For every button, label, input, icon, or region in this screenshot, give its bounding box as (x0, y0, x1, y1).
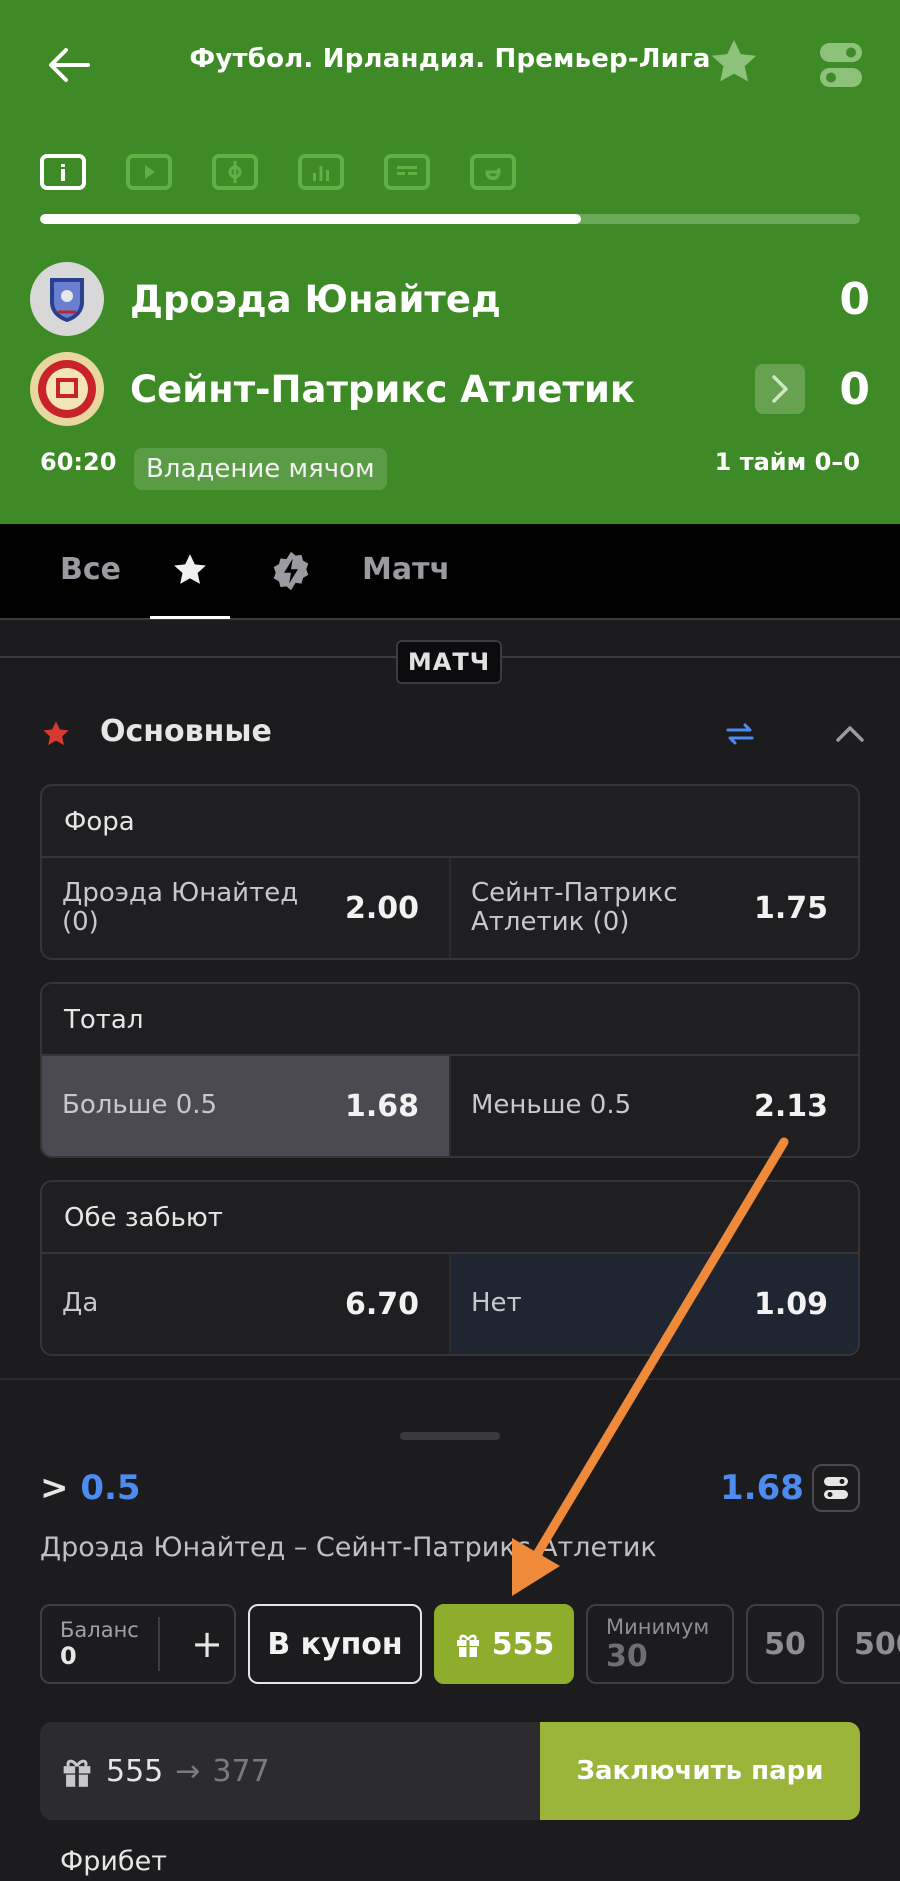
freebet-chip-amount: 555 (491, 1626, 555, 1662)
min-value: 30 (606, 1638, 648, 1674)
balance-divider (158, 1617, 161, 1671)
tab-all[interactable]: Все (60, 552, 121, 587)
away-team-logo (30, 352, 104, 426)
stake-preset-500[interactable]: 500 (836, 1604, 900, 1684)
odd-label: Больше 0.5 (62, 1090, 218, 1121)
match-clock: 60:20 (40, 448, 117, 476)
market-total: Тотал Больше 0.5 1.68 Меньше 0.5 2.13 (40, 982, 860, 1158)
market-handicap: Фора Дроэда Юнайтед (0) 2.00 Сейнт-Патрик… (40, 784, 860, 960)
stake-result: 377 (212, 1753, 270, 1789)
odd-value: 2.00 (344, 890, 419, 926)
possession-badge[interactable]: Владение мячом (134, 448, 387, 490)
info-tab-icon[interactable] (40, 154, 86, 190)
match-section-label: МАТЧ (396, 640, 502, 684)
stake-arrow: → (175, 1753, 201, 1789)
odd-label: Меньше 0.5 (471, 1090, 632, 1121)
market-title: Обе забьют (42, 1182, 858, 1254)
e-tab-icon[interactable] (470, 154, 516, 190)
lineup-tab-icon[interactable] (384, 154, 430, 190)
tab-favorites[interactable] (170, 550, 210, 598)
bet-match-name: Дроэда Юнайтед – Сейнт-Патрикс Атлетик (40, 1532, 657, 1563)
market-tabs: Все Матч (0, 524, 900, 620)
tab-live[interactable] (270, 550, 312, 600)
odd-over[interactable]: Больше 0.5 1.68 (42, 1056, 449, 1156)
star-icon (174, 554, 206, 584)
home-team-name: Дроэда Юнайтед (130, 277, 501, 321)
odd-label: Да (62, 1288, 99, 1319)
market-both-score: Обе забьют Да 6.70 Нет 1.09 (40, 1180, 860, 1356)
sheet-drag-handle[interactable] (400, 1432, 500, 1440)
active-tab-indicator (150, 616, 230, 619)
lightning-badge-icon (273, 551, 309, 591)
away-team-row: Сейнт-Патрикс Атлетик 0 (30, 352, 870, 426)
add-to-coupon-button[interactable]: В купон (248, 1604, 422, 1684)
odds-row: Да 6.70 Нет 1.09 (42, 1254, 858, 1354)
refresh-icon[interactable] (722, 716, 758, 752)
favorite-star-icon[interactable] (706, 34, 762, 90)
stake-presets: Баланс 0 + В купон 555 Минимум 30 50 500 (40, 1604, 900, 1684)
match-progress-bar (40, 214, 860, 224)
odd-label: Дроэда Юнайтед (0) (62, 877, 299, 937)
settings-toggle-icon[interactable] (818, 40, 864, 90)
collapse-chevron-icon[interactable] (832, 718, 868, 748)
odd-yes[interactable]: Да 6.70 (42, 1254, 449, 1354)
odd-value: 2.13 (753, 1088, 828, 1124)
balance-label: Баланс (60, 1618, 139, 1642)
bet-slip-sheet: > 0.5 1.68 Дроэда Юнайтед – Сейнт-Патрик… (0, 1378, 900, 1881)
gift-icon (456, 1634, 479, 1657)
next-match-button[interactable] (755, 364, 806, 414)
stake-preset-50[interactable]: 50 (746, 1604, 824, 1684)
half-score: 1 тайм 0–0 (714, 448, 860, 476)
home-team-row: Дроэда Юнайтед 0 (30, 262, 870, 336)
video-tab-icon[interactable] (126, 154, 172, 190)
minimum-stake-chip[interactable]: Минимум 30 (586, 1604, 734, 1684)
stake-amount: 555 (106, 1753, 164, 1789)
match-progress-fill (40, 214, 582, 224)
stake-input[interactable]: 555 → 377 (40, 1722, 540, 1820)
section-star-icon[interactable] (40, 718, 72, 750)
freebet-label: Фрибет (60, 1846, 167, 1877)
odd-label: Нет (471, 1288, 522, 1319)
home-team-logo (30, 262, 104, 336)
odd-value: 6.70 (344, 1286, 419, 1322)
odd-label: Сейнт-Патрикс Атлетик (0) (471, 877, 678, 937)
bet-settings-toggle-icon[interactable] (812, 1464, 860, 1512)
match-header: Футбол. Ирландия. Премьер-Лига Дроэда Юн… (0, 0, 900, 524)
balance-chip: Баланс 0 + (40, 1604, 236, 1684)
balance-value: 0 (60, 1642, 77, 1670)
section-title: Основные (100, 714, 272, 749)
odds-row: Больше 0.5 1.68 Меньше 0.5 2.13 (42, 1056, 858, 1156)
gift-icon (63, 1759, 91, 1787)
away-team-score: 0 (839, 363, 870, 415)
away-team-name: Сейнт-Патрикс Атлетик (130, 367, 636, 411)
market-title: Фора (42, 786, 858, 858)
market-title: Тотал (42, 984, 858, 1056)
odd-under[interactable]: Меньше 0.5 2.13 (449, 1056, 858, 1156)
home-team-score: 0 (839, 273, 870, 325)
field-tab-icon[interactable] (212, 154, 258, 190)
odd-value: 1.68 (344, 1088, 419, 1124)
bet-odd: 1.68 (720, 1468, 804, 1508)
bet-selection: > 0.5 (40, 1468, 141, 1508)
min-label: Минимум (606, 1614, 710, 1639)
odd-home-handicap[interactable]: Дроэда Юнайтед (0) 2.00 (42, 858, 449, 958)
view-tabs (40, 154, 516, 190)
place-bet-button[interactable]: Заключить пари (540, 1722, 860, 1820)
app-screen: Футбол. Ирландия. Премьер-Лига Дроэда Юн… (0, 0, 900, 1881)
odd-value: 1.09 (753, 1286, 828, 1322)
freebet-chip[interactable]: 555 (434, 1604, 574, 1684)
odds-row: Дроэда Юнайтед (0) 2.00 Сейнт-Патрикс Атле… (42, 858, 858, 958)
odd-away-handicap[interactable]: Сейнт-Патрикс Атлетик (0) 1.75 (449, 858, 858, 958)
league-title: Футбол. Ирландия. Премьер-Лига (189, 44, 711, 74)
tab-match[interactable]: Матч (362, 552, 450, 587)
stats-tab-icon[interactable] (298, 154, 344, 190)
odd-value: 1.75 (753, 890, 828, 926)
odd-no[interactable]: Нет 1.09 (449, 1254, 858, 1354)
top-up-button[interactable]: + (180, 1622, 234, 1666)
